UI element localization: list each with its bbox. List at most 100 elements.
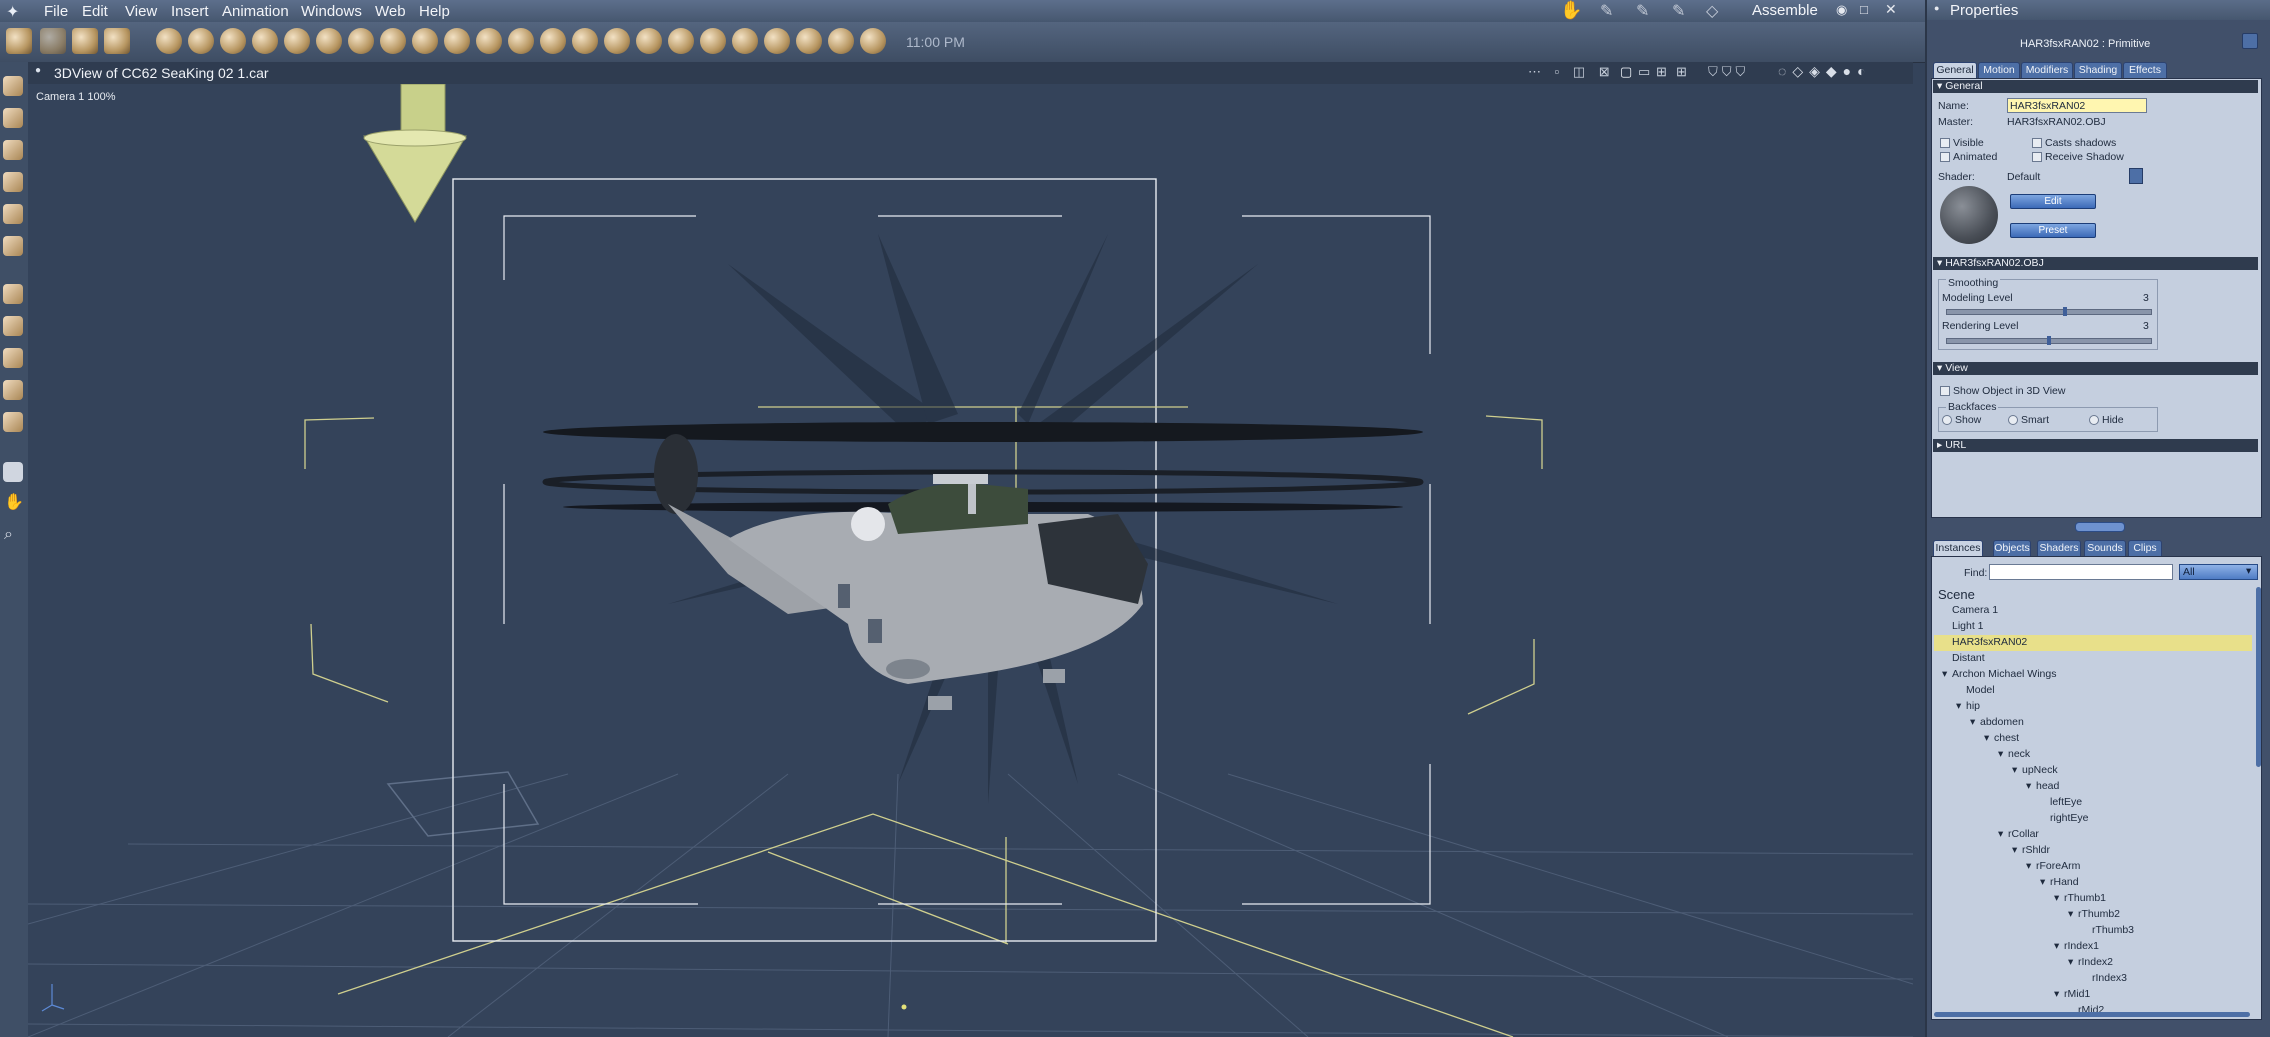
app-logo-icon[interactable]: ✦ [6,2,19,22]
tree-row[interactable]: Model [1934,683,2252,699]
menu-web[interactable]: Web [375,3,406,20]
backface-smart-radio[interactable] [2008,415,2018,425]
room-pose-icon[interactable]: ✎ [1600,1,1613,21]
leaf-icon[interactable] [700,28,726,54]
tree-expand-icon[interactable]: ▾ [2026,860,2031,872]
arrow-tool-icon[interactable] [3,76,23,96]
tree-expand-icon[interactable]: ▾ [1942,668,1947,680]
tab-shading[interactable]: Shading [2074,62,2122,79]
modeling-level-slider[interactable] [1946,307,2152,316]
box-icon[interactable] [540,28,566,54]
network-icon[interactable] [796,28,822,54]
ground-tool-icon[interactable] [3,412,23,432]
tree-expand-icon[interactable]: ▾ [2054,940,2059,952]
tree-row[interactable]: ▾ rThumb2 [1934,907,2252,923]
universal-tool-icon[interactable] [3,380,23,400]
text-icon[interactable] [316,28,342,54]
room-brush-icon[interactable]: ✎ [1672,1,1685,21]
menu-file[interactable]: File [44,3,68,20]
panel-options-button[interactable] [2242,33,2258,49]
panel-splitter-handle[interactable] [2075,522,2125,532]
sun-icon[interactable] [732,28,758,54]
translate-tool-icon[interactable] [104,28,130,54]
gear-icon[interactable] [348,28,374,54]
rendering-level-slider[interactable] [1946,336,2152,345]
tree-scrollbar[interactable] [2256,587,2261,767]
menu-help[interactable]: Help [419,3,450,20]
menu-animation[interactable]: Animation [222,3,289,20]
tree-row[interactable]: ▾ Archon Michael Wings [1934,667,2252,683]
tab-general[interactable]: General [1933,62,1977,79]
tab-objects[interactable]: Objects [1993,540,2031,557]
tree-expand-icon[interactable]: ▾ [1998,748,2003,760]
tree-scene-header[interactable]: Scene [1934,587,2252,603]
layout-grid-icon[interactable]: ⊞ [1676,64,1687,80]
globe-primitive-icon[interactable] [220,28,246,54]
tree-expand-icon[interactable]: ▾ [1956,700,1961,712]
tree-row[interactable]: ▾ upNeck [1934,763,2252,779]
light-icon[interactable] [412,28,438,54]
tree-row[interactable]: leftEye [1934,795,2252,811]
tree-row[interactable]: ▾ rCollar [1934,827,2252,843]
close-icon[interactable]: ✕ [1885,1,1897,18]
menu-view[interactable]: View [125,3,157,20]
bowl-icon[interactable] [668,28,694,54]
tree-row[interactable]: ▾ chest [1934,731,2252,747]
tree-row[interactable]: Light 1 [1934,619,2252,635]
cloud-icon[interactable] [508,28,534,54]
tab-shaders[interactable]: Shaders [2037,540,2081,557]
figure-icon[interactable] [252,28,278,54]
select-tool-icon[interactable] [40,28,66,54]
section-general-header[interactable]: ▾ General [1933,80,2258,93]
name-field[interactable] [2007,98,2147,113]
find-input[interactable] [1989,564,2173,580]
panel-menu-icon[interactable]: ● [1934,3,1939,13]
viewport-menu-icon[interactable]: ● [35,65,41,76]
maximize-icon[interactable]: □ [1860,2,1868,17]
wrench-icon[interactable] [860,28,886,54]
layout-split-icon[interactable]: ▭ [1638,64,1650,80]
tree-row[interactable]: ▾ abdomen [1934,715,2252,731]
rendering-level-thumb[interactable] [2047,336,2051,345]
pose-tool-icon[interactable] [6,28,32,54]
zoom-magnifier-icon[interactable]: ⌕ [4,526,13,544]
preset-shader-button[interactable]: Preset [2010,223,2096,238]
receive-shadow-checkbox[interactable] [2032,152,2042,162]
visible-checkbox[interactable] [1940,138,1950,148]
hand-icon[interactable] [476,28,502,54]
pan-hand-icon[interactable]: ✋ [4,492,24,512]
house-icon[interactable] [604,28,630,54]
3d-viewport[interactable]: Camera 1 100% [28,84,1913,1037]
tree-expand-icon[interactable]: ▾ [2012,844,2017,856]
backface-hide-radio[interactable] [2089,415,2099,425]
tree-row[interactable]: ▾ rHand [1934,875,2252,891]
tree-row[interactable]: Distant [1934,651,2252,667]
tab-modifiers[interactable]: Modifiers [2021,62,2073,79]
ring-icon[interactable] [284,28,310,54]
tab-motion[interactable]: Motion [1978,62,2020,79]
cylinder-primitive-icon[interactable] [188,28,214,54]
tree-expand-icon[interactable]: ▾ [2054,892,2059,904]
tree-row[interactable]: ▾ hip [1934,699,2252,715]
backface-show-radio[interactable] [1942,415,1952,425]
target-icon[interactable] [828,28,854,54]
tree-row[interactable]: ▾ rMid1 [1934,987,2252,1003]
axis-z-tool-icon[interactable] [3,348,23,368]
tree-row[interactable]: ▾ rIndex2 [1934,955,2252,971]
menu-insert[interactable]: Insert [171,3,209,20]
plane-icon[interactable] [380,28,406,54]
tree-expand-icon[interactable]: ▾ [2040,876,2045,888]
animated-checkbox[interactable] [1940,152,1950,162]
menu-windows[interactable]: Windows [301,3,362,20]
filter-select[interactable]: All ▾ [2179,564,2258,580]
section-url-header[interactable]: ▸ URL [1933,439,2258,452]
twist-tool-icon[interactable] [3,172,23,192]
tree-expand-icon[interactable]: ▾ [1984,732,1989,744]
sphere-primitive-icon[interactable] [156,28,182,54]
axis-x-tool-icon[interactable] [3,284,23,304]
tree-row[interactable]: rIndex3 [1934,971,2252,987]
tab-effects[interactable]: Effects [2123,62,2167,79]
room-render-icon[interactable]: ◇ [1706,1,1718,21]
brush-tool-icon[interactable] [72,28,98,54]
tree-expand-icon[interactable]: ▾ [2068,908,2073,920]
